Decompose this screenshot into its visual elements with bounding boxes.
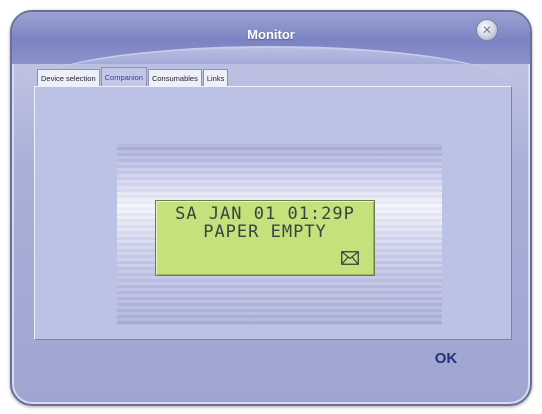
lcd-status-line: SA JAN 01 01:29P: [175, 204, 355, 224]
tab-bar: Device selection Companion Consumables L…: [37, 67, 229, 86]
close-icon[interactable]: ✕: [476, 19, 498, 41]
tab-companion[interactable]: Companion: [100, 67, 147, 86]
title-bar[interactable]: Monitor: [12, 12, 530, 88]
tab-device-selection[interactable]: Device selection: [37, 69, 100, 86]
tab-consumables[interactable]: Consumables: [147, 69, 202, 86]
lcd-message-line: PAPER EMPTY: [203, 222, 327, 242]
mail-envelope-icon: [341, 251, 359, 265]
lcd-screen: SA JAN 01 01:29P PAPER EMPTY: [155, 200, 375, 276]
ok-button[interactable]: OK: [431, 349, 461, 369]
window-title: Monitor: [247, 27, 295, 42]
tab-links[interactable]: Links: [202, 69, 229, 86]
